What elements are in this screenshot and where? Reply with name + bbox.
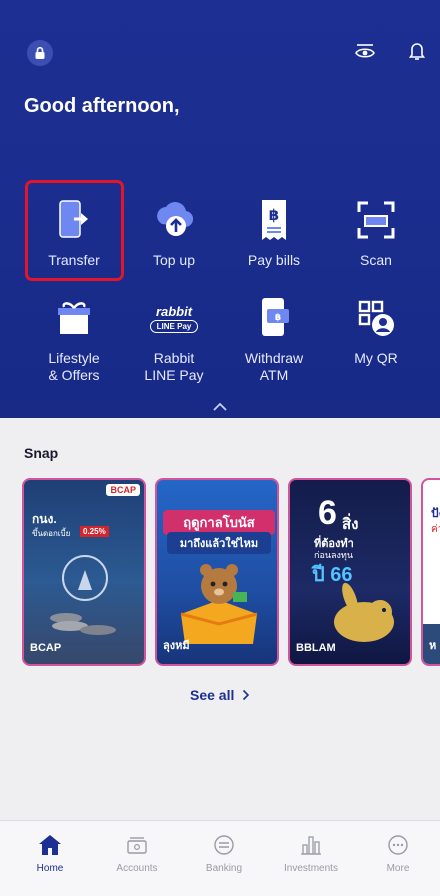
hide-balance-icon[interactable] (352, 38, 378, 64)
card-headline: ปัง (431, 506, 440, 520)
nav-label: More (386, 863, 410, 874)
gift-icon (24, 290, 124, 346)
snap-carousel[interactable]: BCAP กนง. ขึ้นดอกเบี้ย 0.25% BCAP ฤดูกาล… (22, 478, 440, 668)
line-pay-logo-text: LINE Pay (149, 319, 199, 333)
investments-icon (267, 831, 355, 859)
card-sub: ขึ้นดอกเบี้ย (32, 529, 71, 538)
nav-label: Home (36, 863, 64, 874)
quick-action-label: Top up (152, 252, 196, 268)
card-headline: 6 (318, 494, 337, 532)
quick-action-transfer[interactable]: Transfer (24, 192, 124, 269)
lock-icon[interactable] (27, 40, 53, 66)
card-caption: BCAP (30, 642, 62, 654)
card-caption: ห (429, 640, 437, 652)
snap-card-bcap[interactable]: BCAP กนง. ขึ้นดอกเบี้ย 0.25% BCAP (22, 478, 146, 666)
quick-action-label: Withdraw ATM (244, 350, 304, 383)
card-sub1: สิ่ง (342, 516, 359, 533)
home-icon (6, 831, 94, 859)
see-all-link[interactable]: See all (190, 687, 250, 703)
card-caption: BBLAM (296, 642, 336, 654)
header-panel: Good afternoon, Transfer Top up ฿ Pay bi… (0, 0, 440, 418)
card-sub: ค่า (431, 524, 440, 535)
bottom-nav: Home Accounts Banking Investments More (0, 820, 440, 896)
scan-icon (326, 192, 426, 248)
quick-action-lifestyle[interactable]: Lifestyle & Offers (24, 290, 124, 384)
transfer-icon (24, 192, 124, 248)
pay-bills-icon: ฿ (224, 192, 324, 248)
svg-text:฿: ฿ (275, 313, 281, 323)
quick-action-label: Lifestyle & Offers (48, 350, 100, 383)
snap-card-partial[interactable]: ปัง ค่า ห (421, 478, 440, 666)
quick-action-scan[interactable]: Scan (326, 192, 426, 269)
rabbit-line-pay-icon: rabbit LINE Pay (124, 290, 224, 346)
quick-action-pay-bills[interactable]: ฿ Pay bills (224, 192, 324, 269)
quick-action-withdraw-atm[interactable]: ฿ Withdraw ATM (224, 290, 324, 384)
quick-action-label: My QR (354, 350, 398, 366)
card-rate: 0.25% (80, 526, 109, 537)
rabbit-logo-text: rabbit (155, 303, 193, 319)
nav-accounts[interactable]: Accounts (93, 831, 181, 874)
nav-label: Banking (205, 863, 243, 874)
quick-action-label: Transfer (48, 252, 100, 268)
rabbit-figure-image (334, 582, 394, 642)
collapse-chevron-icon[interactable] (211, 400, 229, 414)
quick-action-my-qr[interactable]: My QR (326, 290, 426, 367)
nav-more[interactable]: More (354, 831, 440, 874)
nav-label: Accounts (116, 863, 158, 874)
accounts-icon (93, 831, 181, 859)
emblem-image (50, 555, 116, 635)
bear-gift-image (180, 564, 258, 644)
chevron-right-icon (243, 689, 250, 701)
bcap-brand: BCAP (106, 484, 140, 496)
more-icon (354, 831, 440, 859)
quick-action-rabbit-line-pay[interactable]: rabbit LINE Pay Rabbit LINE Pay (124, 290, 224, 384)
see-all-label: See all (190, 687, 235, 703)
card-caption: ลุงหมี (163, 640, 190, 652)
quick-action-top-up[interactable]: Top up (124, 192, 224, 269)
nav-investments[interactable]: Investments (267, 831, 355, 874)
nav-banking[interactable]: Banking (180, 831, 268, 874)
quick-action-label: Scan (360, 252, 392, 268)
svg-text:฿: ฿ (269, 206, 279, 224)
bell-icon[interactable] (404, 38, 430, 64)
top-up-icon (124, 192, 224, 248)
nav-label: Investments (284, 863, 338, 874)
snap-card-bblam[interactable]: 6 สิ่ง ที่ต้องทำ ก่อนลงทุน ปี 66 BBLAM (288, 478, 412, 666)
card-sub: มาถึงแล้วใช่ไหม (167, 532, 271, 554)
my-qr-icon (326, 290, 426, 346)
snap-heading: Snap (24, 445, 59, 461)
snap-card-lung-mee[interactable]: ฤดูกาลโบนัส มาถึงแล้วใช่ไหม ลุงหมี (155, 478, 279, 666)
greeting-text: Good afternoon, (24, 95, 180, 117)
quick-action-label: Pay bills (247, 252, 301, 268)
banking-icon (180, 831, 268, 859)
quick-action-label: Rabbit LINE Pay (144, 350, 204, 383)
nav-home[interactable]: Home (6, 831, 94, 874)
withdraw-atm-icon: ฿ (224, 290, 324, 346)
